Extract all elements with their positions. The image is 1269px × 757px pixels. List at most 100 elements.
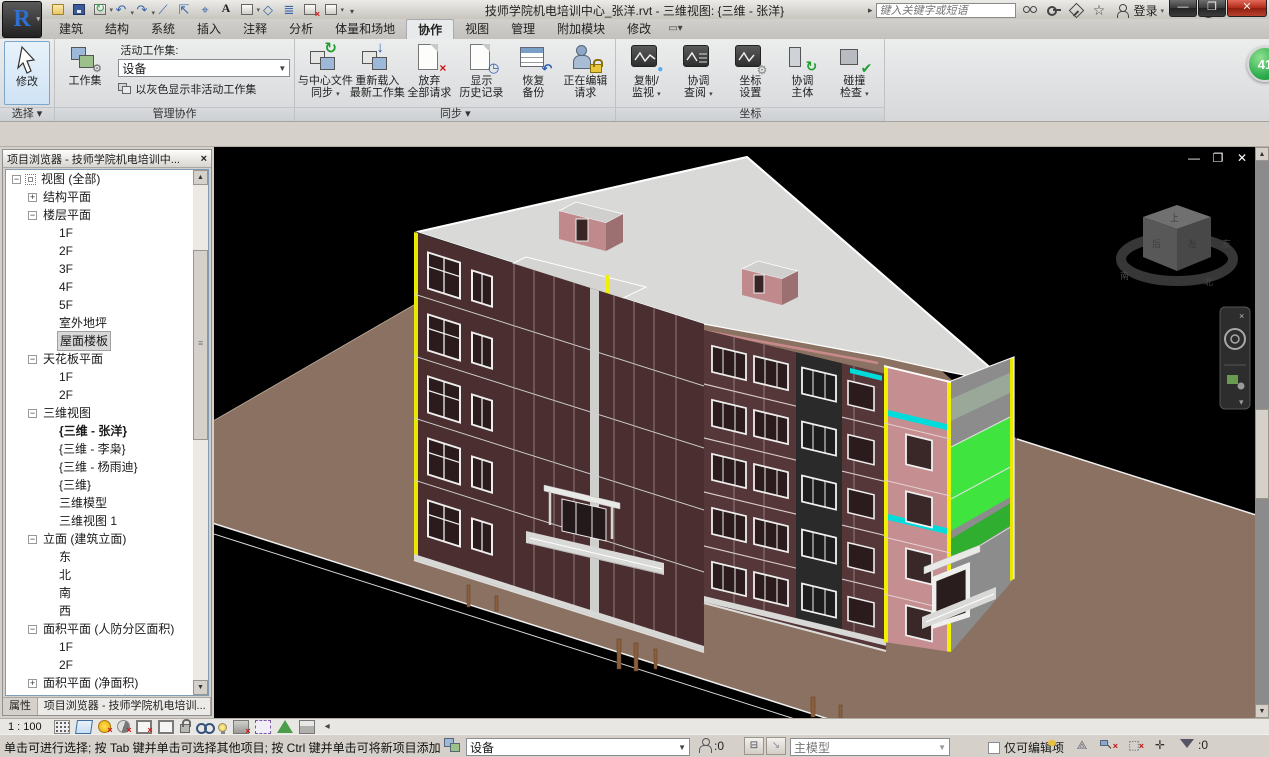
expand-search-icon[interactable]: ▸ [868,5,873,16]
save-icon[interactable] [71,2,87,17]
tree-item-视图 (全部)[interactable]: −视图 (全部) [6,170,193,188]
locked-3d-view-icon[interactable] [180,724,190,733]
3d-model-view[interactable]: 南东 西北 上 后 左 × [214,147,1255,718]
synchronize-panel-label[interactable]: 同步 ▾ [295,107,615,121]
tree-item-结构平面[interactable]: +结构平面 [6,188,193,206]
application-menu-button[interactable]: R▾ [2,1,42,38]
tree-toggle-icon[interactable]: + [28,679,37,688]
tree-item-2F[interactable]: 2F [6,656,193,674]
tree-item-三维视图[interactable]: −三维视图 [6,404,193,422]
close-button[interactable]: ✕ [1227,0,1267,17]
tree-item-2F[interactable]: 2F [6,386,193,404]
tree-toggle-icon[interactable]: − [28,625,37,634]
temporary-hide-isolate-icon[interactable] [196,720,212,734]
tree-item-3F[interactable]: 3F [6,260,193,278]
view-scale-button[interactable]: 1 : 100 [8,721,42,733]
tag-icon[interactable]: ⌖ [197,2,213,17]
ribbon-tab-分析[interactable]: 分析 [278,19,324,39]
view-restore-icon[interactable]: ❐ [1211,151,1225,165]
toggle-drag-on-selection[interactable]: ✛ [1150,737,1170,755]
design-option-combo[interactable]: 主模型▼ [790,738,950,756]
checkbox-icon[interactable] [988,742,1000,754]
tree-scroll-up-icon[interactable]: ▲ [193,170,208,185]
viewbar-collapse-icon[interactable]: ◂ [325,721,330,732]
tree-item-1F[interactable]: 1F [6,224,193,242]
customize-qat-icon[interactable]: ▾ [344,2,360,17]
coordinate-协调查阅-button[interactable]: 协调查阅 ▾ [672,41,724,105]
open-icon[interactable] [50,2,66,17]
sync-恢复备份-button[interactable]: ↶恢复备份 [507,41,559,105]
view-scrollbar[interactable]: ▲ ▼ [1255,147,1269,718]
tree-scrollbar[interactable]: ▲ ▼ [193,170,208,695]
filter-button[interactable]: :0 [1180,737,1220,755]
switch-windows-icon[interactable]: ▾ [323,2,339,17]
tree-item-{三维}[interactable]: {三维} [6,476,193,494]
tree-scroll-down-icon[interactable]: ▼ [193,680,208,695]
tree-scroll-thumb[interactable] [193,250,208,440]
navigation-bar[interactable]: × ▾ [1220,307,1250,409]
tree-item-面积平面 (总建筑面积)[interactable]: +面积平面 (总建筑面积) [6,692,193,695]
tree-item-4F[interactable]: 4F [6,278,193,296]
shadows-icon[interactable]: × [117,720,130,733]
worksharing-display-icon[interactable]: × [233,720,249,734]
tree-item-室外地坪[interactable]: 室外地坪 [6,314,193,332]
subscription-key-icon[interactable] [1045,3,1062,18]
communication-center-icon[interactable] [1068,3,1085,18]
tree-toggle-icon[interactable]: − [28,355,37,364]
coordinate-坐标设置-button[interactable]: ⚙坐标设置 [724,41,776,105]
tree-item-{三维 - 杨雨迪}[interactable]: {三维 - 杨雨迪} [6,458,193,476]
view-scroll-up-icon[interactable]: ▲ [1255,147,1269,161]
restore-button[interactable]: ❐ [1198,0,1226,17]
sign-in-label[interactable]: 登录 [1134,2,1158,19]
add-to-set-icon[interactable]: ↘ [766,737,786,755]
ribbon-tab-附加模块[interactable]: 附加模块 [546,19,616,39]
ribbon-display-toggle[interactable]: ▭▾ [668,19,682,39]
design-options-icon[interactable]: ⊟ [744,737,764,755]
visual-style-icon[interactable] [75,720,93,734]
tree-item-三维模型[interactable]: 三维模型 [6,494,193,512]
aligned-dimension-icon[interactable]: ⇱ [176,2,192,17]
tree-item-楼层平面[interactable]: −楼层平面 [6,206,193,224]
ribbon-tab-系统[interactable]: 系统 [140,19,186,39]
worksets-button[interactable]: ⚙ 工作集 [59,41,111,105]
sun-path-icon[interactable]: × [98,720,111,733]
tree-toggle-icon[interactable]: − [28,535,37,544]
ribbon-tab-视图[interactable]: 视图 [454,19,500,39]
view-scroll-down-icon[interactable]: ▼ [1255,704,1269,718]
tree-toggle-icon[interactable]: − [28,211,37,220]
default-3d-view-icon[interactable]: ▾ [239,2,255,17]
search-icon[interactable] [1022,3,1039,18]
measure-icon[interactable]: ⟋ [155,2,171,17]
sync-与中心文件同步-button[interactable]: ↻与中心文件同步 ▾ [299,41,351,105]
tree-item-立面 (建筑立面)[interactable]: −立面 (建筑立面) [6,530,193,548]
redo-icon[interactable]: ↷▾ [134,2,150,17]
tree-item-面积平面 (净面积)[interactable]: +面积平面 (净面积) [6,674,193,692]
detail-level-icon[interactable] [54,720,70,734]
ribbon-tab-结构[interactable]: 结构 [94,19,140,39]
tree-toggle-icon[interactable]: − [12,175,21,184]
ribbon-tab-协作[interactable]: 协作 [406,19,454,39]
toggle-select-underlay[interactable]: ⟁ [1072,737,1092,755]
undo-icon[interactable]: ↶▾ [113,2,129,17]
minimize-button[interactable]: — [1169,0,1197,17]
sync-with-central-icon[interactable]: ↻▾ [92,2,108,17]
tree-toggle-icon[interactable]: − [28,409,37,418]
coordinate-复制/监视-button[interactable]: ●复制/监视 ▾ [620,41,672,105]
tree-item-天花板平面[interactable]: −天花板平面 [6,350,193,368]
toggle-select-links[interactable]: ↖ [1046,737,1066,755]
select-panel-label[interactable]: 选择 ▾ [0,107,54,121]
tab-properties[interactable]: 属性 [3,698,38,715]
project-browser-close-icon[interactable]: × [201,153,207,165]
toggle-select-pinned[interactable]: ↖× [1098,737,1118,755]
section-icon[interactable]: ◇ [260,2,276,17]
tree-item-面积平面 (人防分区面积)[interactable]: −面积平面 (人防分区面积) [6,620,193,638]
tab-project-browser[interactable]: 项目浏览器 - 技师学院机电培训... [38,698,211,715]
ribbon-tab-管理[interactable]: 管理 [500,19,546,39]
tree-item-北[interactable]: 北 [6,566,193,584]
drawing-area[interactable]: — ❐ ✕ [214,147,1269,718]
tree-item-西[interactable]: 西 [6,602,193,620]
coordinate-协调主体-button[interactable]: ↻协调主体 [776,41,828,105]
ribbon-tab-体量和场地[interactable]: 体量和场地 [324,19,406,39]
active-workset-combo[interactable]: 设备▼ [118,59,290,77]
tree-toggle-icon[interactable]: + [28,193,37,202]
